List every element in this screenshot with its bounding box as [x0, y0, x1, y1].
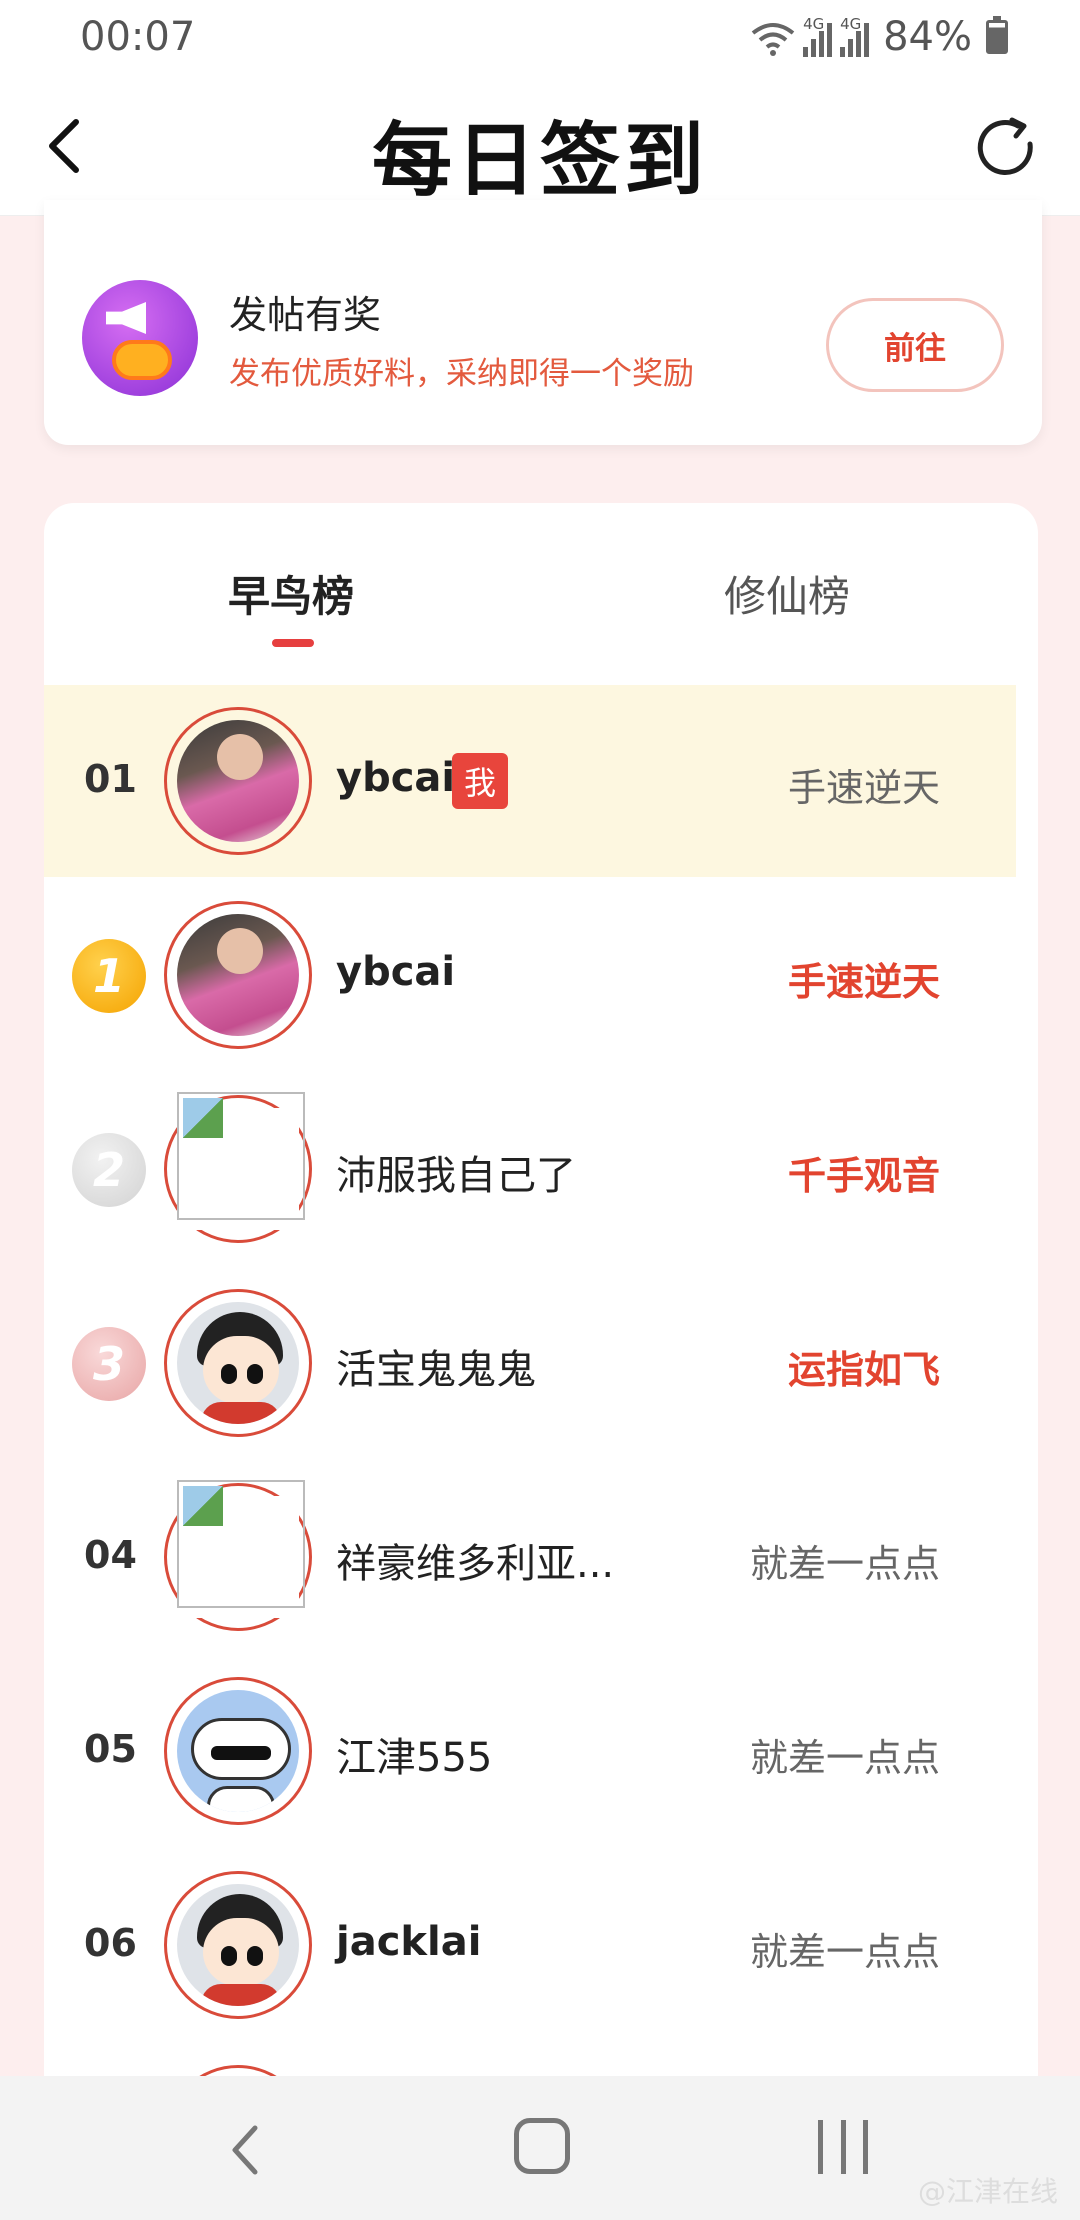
user-name: 祥豪维多利亚...: [336, 1541, 615, 1587]
refresh-button[interactable]: [968, 110, 1044, 186]
megaphone-coin-icon: [82, 280, 198, 396]
battery-icon: [986, 16, 1008, 54]
rank-number: 06: [84, 1921, 137, 1965]
ranking-row[interactable]: 2 沛服我自己了 千手观音: [44, 1073, 1016, 1265]
system-nav-bar: @江津在线: [0, 2076, 1080, 2220]
rank-label: 千手观音: [787, 1154, 940, 1198]
goto-button[interactable]: 前往: [826, 298, 1004, 392]
tab-early-bird[interactable]: 早鸟榜: [228, 563, 354, 624]
avatar: [164, 1871, 312, 2019]
ranking-row[interactable]: 04 祥豪维多利亚... 就差一点点: [44, 1461, 1016, 1653]
tab-active-indicator: [272, 639, 314, 647]
status-icons: 4G 4G 84%: [751, 14, 1008, 60]
page-title: 每日签到: [372, 114, 708, 207]
signal-icon-2: 4G: [840, 15, 870, 57]
broken-image-icon: [177, 1480, 305, 1608]
status-time: 00:07: [80, 14, 196, 60]
user-name: 活宝鬼鬼鬼: [336, 1347, 536, 1393]
rank-number: 05: [84, 1727, 137, 1771]
rank-number: 01: [84, 757, 137, 801]
avatar: [164, 1092, 312, 1243]
avatar: [164, 707, 312, 855]
battery-percent: 84%: [883, 14, 972, 60]
nav-home-button[interactable]: [514, 2118, 570, 2174]
me-badge: 我: [452, 753, 508, 809]
bronze-medal-icon: 3: [72, 1327, 146, 1401]
tab-immortal[interactable]: 修仙榜: [724, 563, 850, 624]
broken-image-icon: [177, 1092, 305, 1220]
ranking-row-me[interactable]: 01 ybcai 我 手速逆天: [44, 685, 1016, 877]
ranking-row[interactable]: 05 江津555 就差一点点: [44, 1655, 1016, 1847]
user-name: 沛服我自己了: [336, 1153, 576, 1199]
avatar: [164, 901, 312, 1049]
rank-label: 就差一点点: [749, 1736, 940, 1780]
wifi-icon: [751, 23, 795, 56]
nav-back-icon: [232, 2125, 258, 2175]
nav-back-button[interactable]: [214, 2114, 274, 2186]
rank-label: 手速逆天: [787, 766, 940, 810]
rank-label: 就差一点点: [749, 1930, 940, 1974]
nav-recent-apps-button[interactable]: [818, 2120, 868, 2174]
rank-number: 04: [84, 1533, 137, 1577]
rank-label: 手速逆天: [787, 960, 940, 1004]
avatar: [164, 1677, 312, 1825]
watermark: @江津在线: [917, 2175, 1058, 2208]
ranking-row[interactable]: 1 ybcai 手速逆天: [44, 879, 1016, 1071]
rank-label: 就差一点点: [749, 1542, 940, 1586]
user-name: jacklai: [336, 1919, 482, 1965]
gold-medal-icon: 1: [72, 939, 146, 1013]
signal-icon: 4G: [803, 15, 833, 57]
avatar: [164, 1480, 312, 1631]
app-header: 每日签到: [0, 76, 1080, 216]
avatar: [164, 1289, 312, 1437]
user-name: ybcai: [336, 755, 456, 801]
user-name: ybcai: [336, 949, 456, 995]
ranking-row[interactable]: 06 jacklai 就差一点点: [44, 1849, 1016, 2041]
ranking-row[interactable]: 3 活宝鬼鬼鬼 运指如飞: [44, 1267, 1016, 1459]
ranking-card: 早鸟榜 修仙榜 01 ybcai 我 手速逆天 1 ybcai 手速逆天 2 沛…: [44, 503, 1038, 2103]
silver-medal-icon: 2: [72, 1133, 146, 1207]
status-bar: 00:07 4G 4G 84%: [0, 0, 1080, 76]
post-reward-title: 发帖有奖: [229, 293, 382, 337]
post-reward-card: 发帖有奖 发布优质好料，采纳即得一个奖励 前往: [44, 200, 1042, 445]
user-name: 江津555: [336, 1735, 493, 1781]
post-reward-subtitle: 发布优质好料，采纳即得一个奖励: [229, 356, 694, 392]
refresh-icon: [977, 117, 1033, 175]
rank-label: 运指如飞: [787, 1348, 940, 1392]
